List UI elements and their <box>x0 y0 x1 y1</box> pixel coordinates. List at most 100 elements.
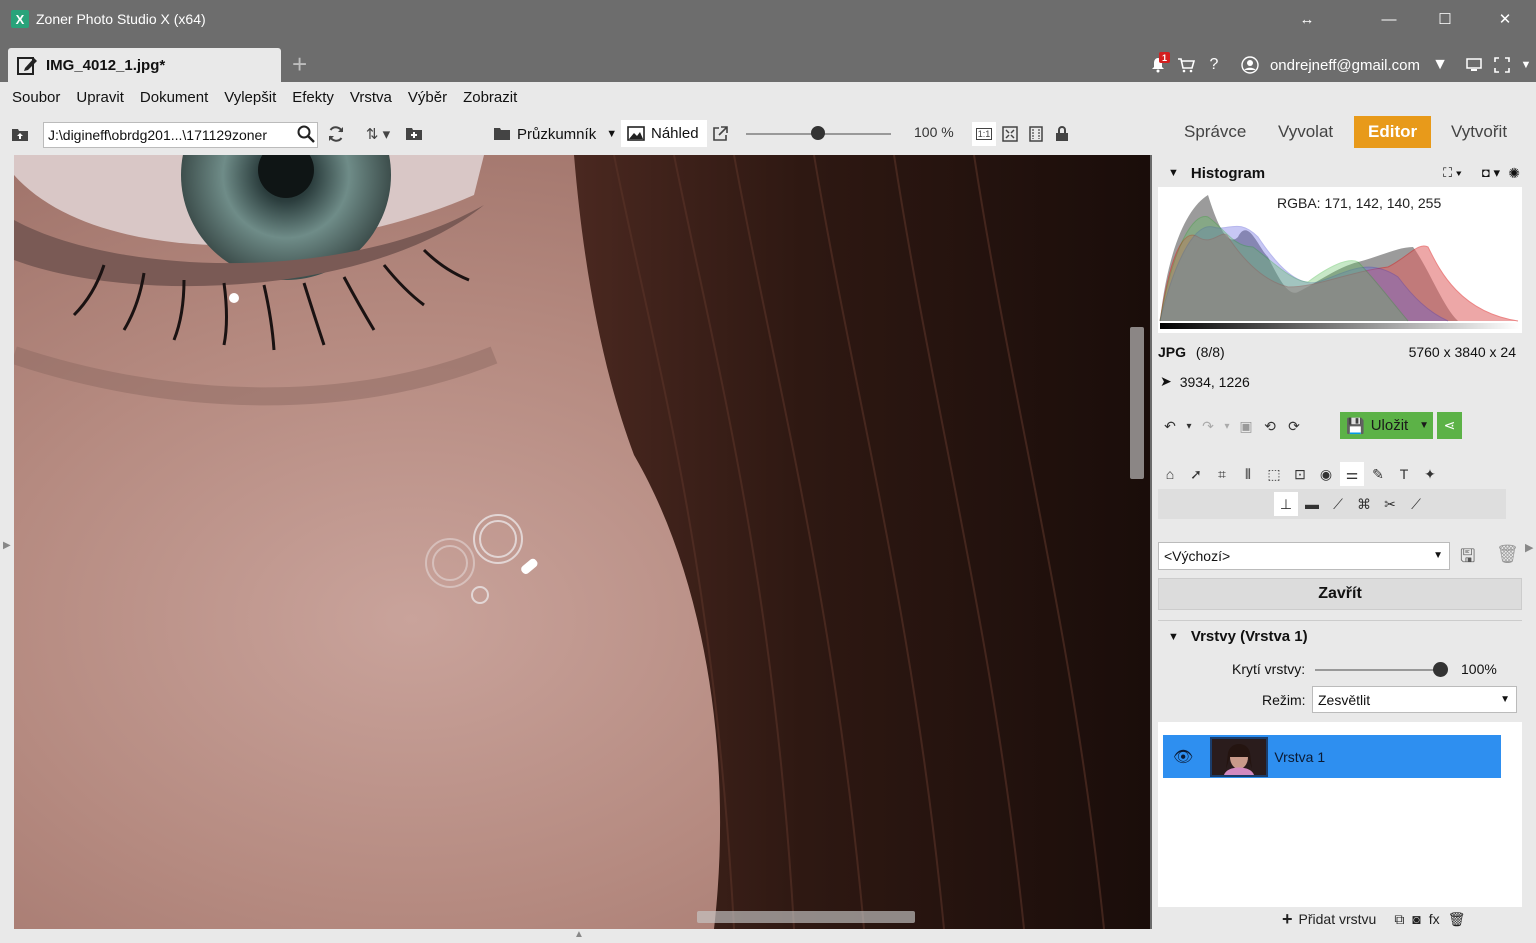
external-window-icon[interactable] <box>708 122 732 146</box>
expand-right-icon[interactable]: ▶ <box>1525 541 1533 554</box>
red-eye-icon[interactable]: ◉ <box>1314 462 1338 486</box>
filmstrip-collapse[interactable]: ▲ <box>0 929 1152 943</box>
menu-zobrazit[interactable]: Zobrazit <box>463 89 517 106</box>
menu-dokument[interactable]: Dokument <box>140 89 208 106</box>
account-email[interactable]: ondrejneff@gmail.com <box>1270 57 1420 74</box>
eraser-icon[interactable]: ▬ <box>1300 492 1324 516</box>
layers-header[interactable]: ▼ Vrstvy (Vrstva 1) <box>1158 620 1522 652</box>
layer-mask-icon[interactable]: ◙ <box>1412 911 1420 927</box>
save-dropdown-icon[interactable]: ▼ <box>1419 420 1429 431</box>
save-preset-icon[interactable]: 🖫 <box>1460 544 1475 574</box>
retouch-icon[interactable]: ⚌ <box>1340 462 1364 486</box>
tab-develop[interactable]: Vyvolat <box>1278 116 1333 148</box>
zoom-1-1-button[interactable]: 1:1 <box>972 122 996 146</box>
settings-gear-icon[interactable]: ✺ <box>1508 165 1520 182</box>
clone-stamp-icon[interactable]: ⊥ <box>1274 492 1298 516</box>
cart-icon[interactable] <box>1172 51 1200 79</box>
preview-button[interactable]: Náhled <box>621 120 707 147</box>
resize-icon[interactable]: ↔ <box>1284 0 1330 38</box>
rotate-left-icon[interactable]: ⟲ <box>1258 414 1282 438</box>
path-input[interactable] <box>43 122 318 148</box>
brush-icon[interactable]: ✎ <box>1366 462 1390 486</box>
tab-manager[interactable]: Správce <box>1184 116 1246 148</box>
format-label: JPG <box>1158 344 1187 360</box>
healing-brush-icon[interactable]: ⟋ <box>1326 492 1350 516</box>
layer-row[interactable]: 👁 Vrstva 1 <box>1163 735 1501 778</box>
redo-dropdown-icon[interactable]: ▾ <box>1220 414 1234 438</box>
histogram-gradient <box>1160 323 1520 329</box>
close-window-button[interactable]: ✕ <box>1482 0 1528 38</box>
left-panel-collapse[interactable]: ▶ <box>0 155 14 943</box>
smart-remove-icon[interactable]: ⟋ <box>1404 492 1428 516</box>
text-frame-icon[interactable]: ⊡ <box>1288 462 1312 486</box>
sort-icon[interactable]: ⇅ ▾ <box>360 122 396 146</box>
monitor-icon[interactable] <box>1460 51 1488 79</box>
fullscreen-icon[interactable] <box>1488 51 1516 79</box>
opacity-slider[interactable] <box>1315 669 1442 671</box>
tab-editor[interactable]: Editor <box>1354 116 1432 148</box>
menu-vylepsit[interactable]: Vylepšit <box>224 89 276 106</box>
expand-left-icon[interactable]: ▶ <box>3 540 11 551</box>
rotate-right-icon[interactable]: ⟳ <box>1282 414 1306 438</box>
fit-width-icon[interactable] <box>1024 122 1048 146</box>
document-tab[interactable]: IMG_4012_1.jpg* <box>8 48 281 82</box>
histogram-channel-icon[interactable]: ⛶ ▾ <box>1443 165 1462 181</box>
search-icon[interactable] <box>294 122 318 146</box>
minimize-button[interactable]: — <box>1366 0 1412 38</box>
effects-icon[interactable]: ✦ <box>1418 462 1442 486</box>
fit-screen-icon[interactable] <box>998 122 1022 146</box>
bandage-icon[interactable]: ⌘ <box>1352 492 1376 516</box>
duplicate-layer-icon[interactable]: ⧉ <box>1394 911 1404 928</box>
account-dropdown-icon[interactable]: ▼ <box>1426 51 1454 79</box>
layout-dropdown-icon[interactable]: ▼ <box>1516 51 1536 79</box>
delete-layer-icon[interactable]: 🗑 <box>1448 911 1466 928</box>
close-tool-button[interactable]: Zavřít <box>1158 578 1522 610</box>
menu-efekty[interactable]: Efekty <box>292 89 334 106</box>
add-tab-button[interactable]: + <box>292 51 307 77</box>
chevron-down-icon: ▼ <box>606 128 618 140</box>
refresh-icon[interactable] <box>324 122 348 146</box>
notifications-button[interactable]: 1 <box>1144 51 1172 79</box>
lock-icon[interactable] <box>1050 122 1074 146</box>
maximize-button[interactable]: ☐ <box>1422 0 1468 38</box>
expand-bottom-icon[interactable]: ▲ <box>574 929 584 940</box>
text-tool-icon[interactable]: T <box>1392 462 1416 486</box>
menu-soubor[interactable]: Soubor <box>12 89 60 106</box>
crop-icon[interactable]: ⌗ <box>1210 462 1234 486</box>
select-arrow-icon[interactable]: ➚ <box>1184 462 1208 486</box>
redo-icon[interactable]: ↷ <box>1196 414 1220 438</box>
home-icon[interactable]: ⌂ <box>1158 462 1182 486</box>
add-layer-button[interactable]: + Přidat vrstvu <box>1282 909 1376 930</box>
compare-image-icon[interactable]: ▣ <box>1234 414 1258 438</box>
spot-remove-icon[interactable]: ✂ <box>1378 492 1402 516</box>
explorer-dropdown[interactable]: Průzkumník ▼ <box>493 122 617 146</box>
new-folder-icon[interactable] <box>402 122 426 146</box>
tab-create[interactable]: Vytvořit <box>1451 116 1507 148</box>
preset-select[interactable]: <Výchozí> ▼ <box>1158 542 1450 570</box>
zoom-slider-thumb[interactable] <box>811 126 825 140</box>
cursor-coordinates: ➤ 3934, 1226 <box>1160 373 1250 390</box>
delete-preset-icon[interactable]: 🗑 <box>1496 544 1519 565</box>
camera-icon[interactable]: ◘ ▾ <box>1482 165 1500 181</box>
undo-dropdown-icon[interactable]: ▾ <box>1182 414 1196 438</box>
save-button[interactable]: 💾 Uložit ▼ <box>1340 412 1433 439</box>
share-button[interactable]: ⋖ <box>1437 412 1462 439</box>
menu-upravit[interactable]: Upravit <box>76 89 124 106</box>
visibility-eye-icon[interactable]: 👁 <box>1173 747 1193 767</box>
blend-mode-select[interactable]: Zesvětlit ▼ <box>1312 686 1517 713</box>
opacity-slider-thumb[interactable] <box>1433 662 1448 677</box>
histogram-header[interactable]: ▼ Histogram ⛶ ▾ ◘ ▾ ✺ <box>1158 157 1522 189</box>
layer-effects-button[interactable]: fx <box>1429 911 1440 927</box>
menu-vrstva[interactable]: Vrstva <box>350 89 392 106</box>
photo-image[interactable] <box>14 155 1150 929</box>
app-logo-icon: X <box>11 10 29 28</box>
undo-icon[interactable]: ↶ <box>1158 414 1182 438</box>
folder-up-icon[interactable] <box>8 122 32 146</box>
selection-icon[interactable]: ⬚ <box>1262 462 1286 486</box>
menu-vyber[interactable]: Výběr <box>408 89 447 106</box>
vertical-scrollbar[interactable] <box>1130 327 1144 479</box>
photo-canvas[interactable] <box>14 155 1150 929</box>
help-button[interactable]: ? <box>1200 51 1228 79</box>
straighten-icon[interactable]: ⦀ <box>1236 462 1260 486</box>
horizontal-scrollbar[interactable] <box>697 911 915 923</box>
